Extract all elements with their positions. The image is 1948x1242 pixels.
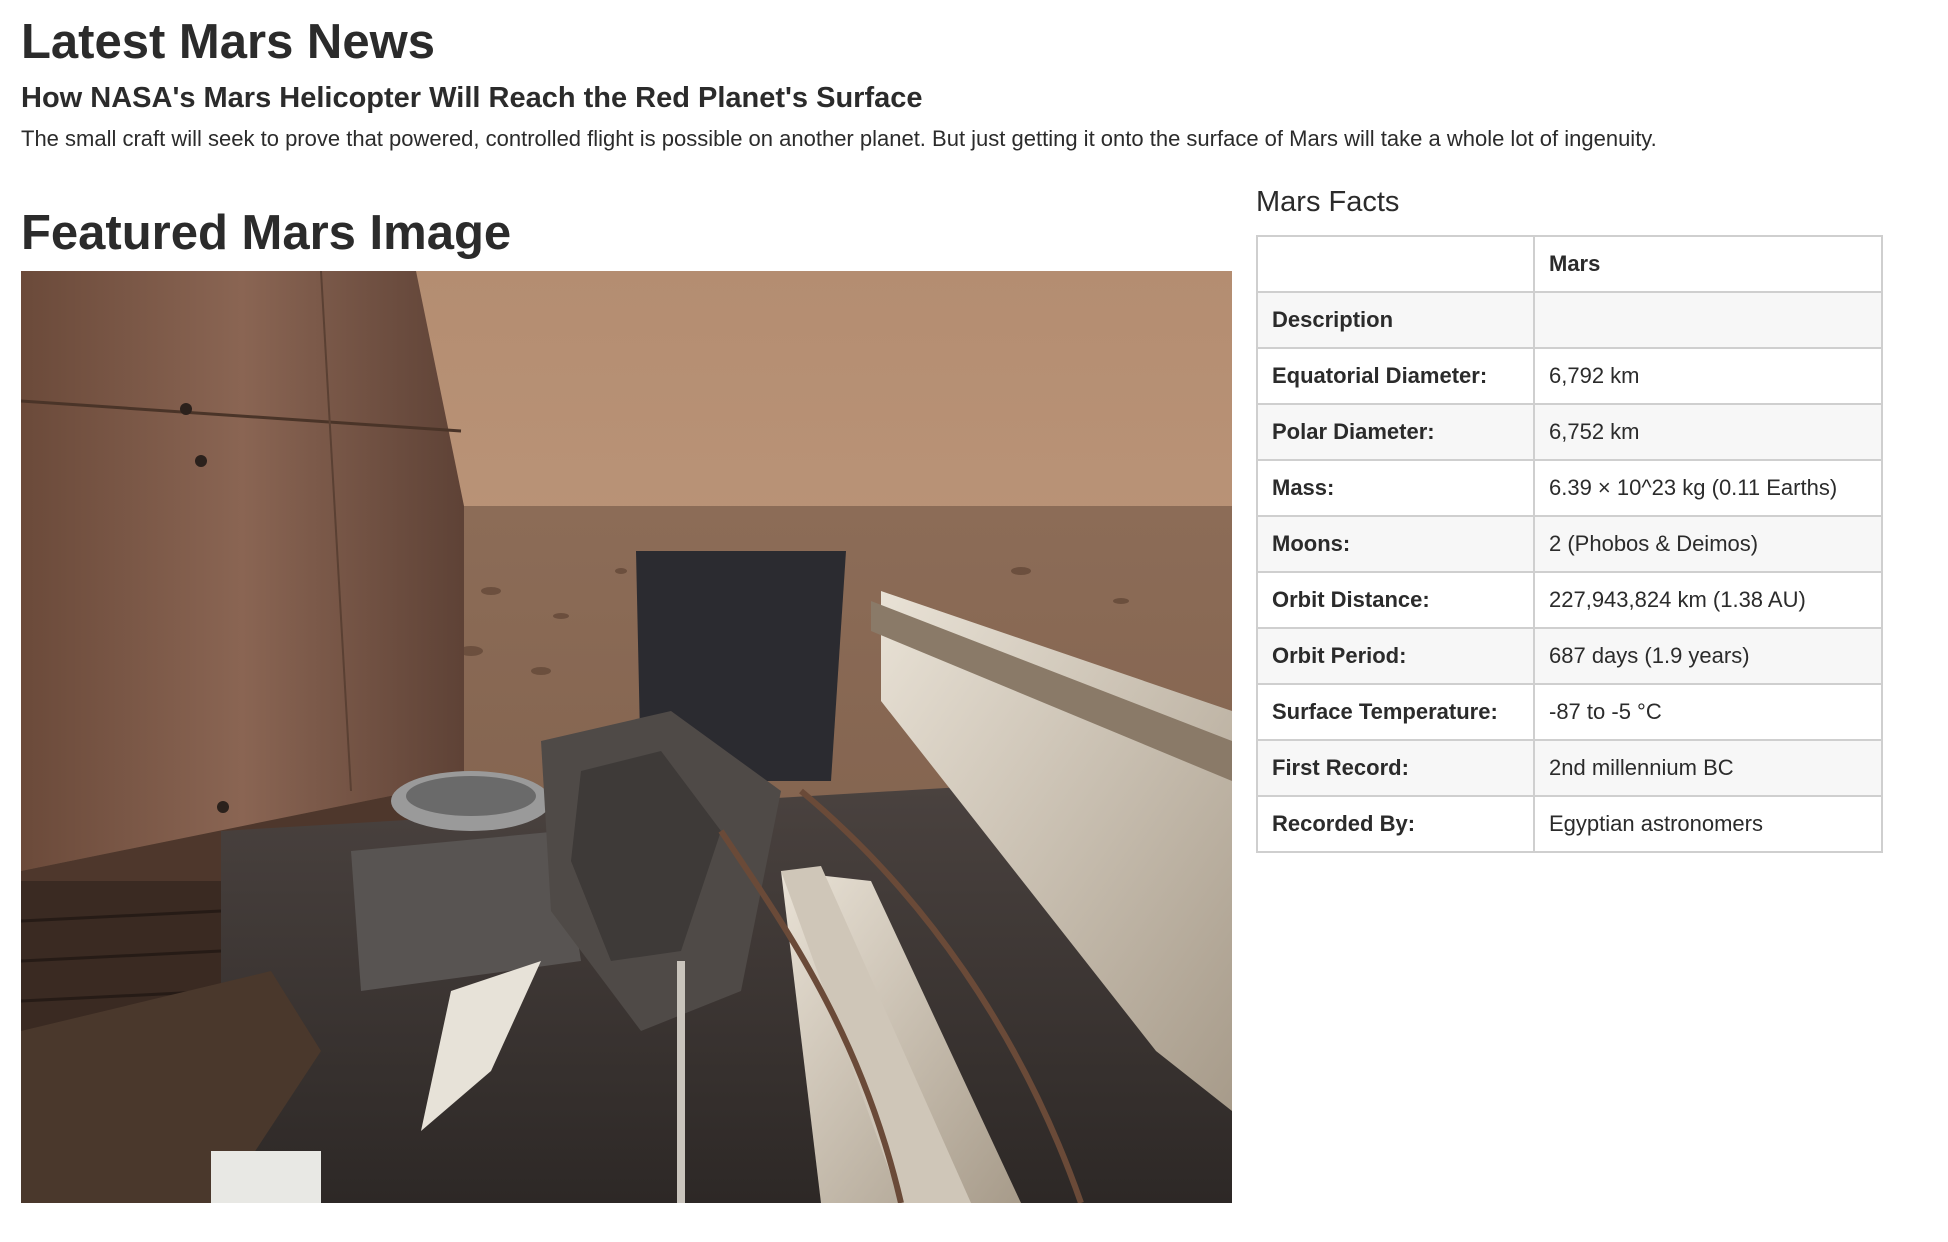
mars-facts-table: Mars Description Equatorial Diameter: 6,…: [1256, 235, 1883, 853]
fact-label: Surface Temperature:: [1256, 683, 1535, 741]
fact-label: Polar Diameter:: [1256, 403, 1535, 461]
fact-value: 6,792 km: [1533, 347, 1883, 405]
table-row: Recorded By: Egyptian astronomers: [1256, 795, 1883, 853]
table-row: Orbit Distance: 227,943,824 km (1.38 AU): [1256, 571, 1883, 629]
table-header-blank: [1256, 235, 1535, 293]
table-header-row: Mars: [1256, 235, 1883, 293]
fact-label: Equatorial Diameter:: [1256, 347, 1535, 405]
table-row: First Record: 2nd millennium BC: [1256, 739, 1883, 797]
latest-news-title: Latest Mars News: [21, 15, 435, 69]
table-row: Surface Temperature: -87 to -5 °C: [1256, 683, 1883, 741]
table-row: Description: [1256, 291, 1883, 349]
news-teaser: The small craft will seek to prove that …: [21, 126, 1657, 151]
fact-label: Description: [1256, 291, 1535, 349]
fact-label: Mass:: [1256, 459, 1535, 517]
table-row: Mass: 6.39 × 10^23 kg (0.11 Earths): [1256, 459, 1883, 517]
fact-label: Orbit Distance:: [1256, 571, 1535, 629]
featured-mars-image: [21, 271, 1232, 1203]
table-row: Polar Diameter: 6,752 km: [1256, 403, 1883, 461]
fact-value: [1533, 291, 1883, 349]
fact-value: Egyptian astronomers: [1533, 795, 1883, 853]
fact-value: 687 days (1.9 years): [1533, 627, 1883, 685]
fact-value: 6,752 km: [1533, 403, 1883, 461]
fact-value: 2nd millennium BC: [1533, 739, 1883, 797]
fact-value: -87 to -5 °C: [1533, 683, 1883, 741]
fact-value: 2 (Phobos & Deimos): [1533, 515, 1883, 573]
fact-value: 227,943,824 km (1.38 AU): [1533, 571, 1883, 629]
table-header-mars: Mars: [1533, 235, 1883, 293]
table-row: Equatorial Diameter: 6,792 km: [1256, 347, 1883, 405]
table-row: Orbit Period: 687 days (1.9 years): [1256, 627, 1883, 685]
mars-facts-title: Mars Facts: [1256, 186, 1400, 218]
fact-value: 6.39 × 10^23 kg (0.11 Earths): [1533, 459, 1883, 517]
featured-image-title: Featured Mars Image: [21, 206, 512, 260]
fact-label: Recorded By:: [1256, 795, 1535, 853]
fact-label: First Record:: [1256, 739, 1535, 797]
table-row: Moons: 2 (Phobos & Deimos): [1256, 515, 1883, 573]
news-headline: How NASA's Mars Helicopter Will Reach th…: [21, 82, 923, 114]
fact-label: Orbit Period:: [1256, 627, 1535, 685]
fact-label: Moons:: [1256, 515, 1535, 573]
